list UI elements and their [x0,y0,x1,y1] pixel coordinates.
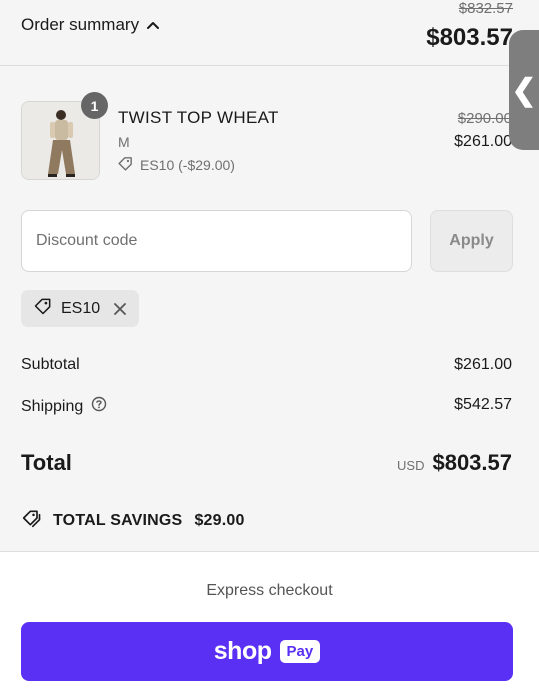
help-icon[interactable] [91,396,107,417]
order-summary-toggle[interactable]: Order summary [21,15,160,35]
applied-discount-code: ES10 [61,299,101,317]
product-variant: M [118,134,130,150]
chevron-up-icon [147,21,160,29]
total-label: Total [21,450,72,475]
apply-discount-button[interactable]: Apply [430,210,513,272]
subtotal-label: Subtotal [21,356,80,373]
chevron-left-icon: ❮ [511,73,537,107]
discount-code-input[interactable] [21,210,412,272]
total-savings: TOTAL SAVINGS $29.00 [21,508,245,533]
quantity-badge: 1 [81,92,108,119]
product-price: $261.00 [454,133,512,150]
total-value: $803.57 [432,450,512,475]
shipping-value: $542.57 [454,396,512,413]
tag-icon [33,296,53,321]
order-summary-panel: Order summary $832.57 $803.57 1 TWIST TO… [0,0,539,552]
tag-icon [117,155,134,175]
product-original-price: $290.00 [457,110,512,127]
express-checkout-label: Express checkout [206,582,333,599]
product-discount: ES10 (-$29.00) [117,155,235,175]
order-summary-header: Order summary $832.57 $803.57 [0,0,539,66]
header-original-total: $832.57 [458,0,513,17]
subtotal-value: $261.00 [454,356,512,373]
header-total: $803.57 [426,24,513,51]
product-name: TWIST TOP WHEAT [118,108,279,127]
shipping-row-label: Shipping [21,396,107,417]
total-value-group: USD $803.57 [397,450,512,476]
total-savings-label: TOTAL SAVINGS [53,511,183,529]
product-discount-label: ES10 (-$29.00) [140,157,235,173]
currency-code: USD [397,458,425,473]
tags-icon [21,508,43,533]
order-summary-toggle-label: Order summary [21,15,140,34]
shop-pay-button[interactable]: shop Pay [21,622,513,681]
side-panel-handle[interactable]: ❮ [509,30,539,150]
applied-discount-tag: ES10 [21,290,139,327]
close-icon[interactable] [113,302,127,316]
shop-pay-logo: shop [213,637,272,665]
total-savings-amount: $29.00 [194,511,245,529]
shipping-label: Shipping [21,397,84,415]
shop-pay-chip: Pay [279,640,321,663]
